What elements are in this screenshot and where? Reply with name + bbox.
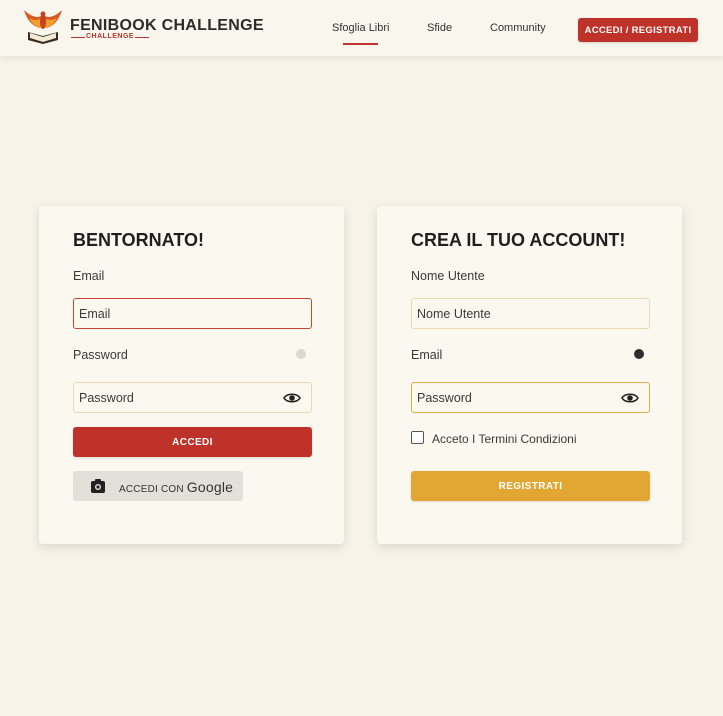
- google-button-label: ACCEDI CON Google: [119, 479, 233, 495]
- login-password-label: Password: [73, 348, 128, 362]
- register-password-field[interactable]: [411, 382, 650, 413]
- register-submit-button[interactable]: REGISTRATI: [411, 471, 650, 501]
- register-email-label: Email: [411, 348, 443, 362]
- google-label-prefix: ACCEDI CON: [119, 484, 184, 495]
- login-email-input[interactable]: [79, 306, 279, 321]
- camera-icon: [91, 479, 105, 493]
- status-dot-icon: [634, 349, 644, 359]
- register-password-input[interactable]: [417, 390, 617, 405]
- top-navbar: FENIBOOK CHALLENGE CHALLENGE Sfoglia Lib…: [0, 0, 723, 56]
- terms-checkbox[interactable]: [411, 431, 424, 444]
- register-username-label: Nome Utente: [411, 269, 485, 283]
- nav-active-indicator: [343, 43, 378, 45]
- login-password-input[interactable]: [79, 390, 279, 405]
- nav-community[interactable]: Community: [490, 22, 546, 34]
- brand-divider-right: [135, 37, 149, 38]
- register-card: CREA IL TUO ACCOUNT! Nome Utente Email A…: [377, 206, 682, 544]
- eye-icon[interactable]: [283, 392, 301, 404]
- eye-icon[interactable]: [621, 392, 639, 404]
- brand-subtitle: CHALLENGE: [86, 33, 135, 40]
- login-title: BENTORNATO!: [73, 230, 205, 250]
- login-register-button[interactable]: ACCEDI / REGISTRATI: [578, 18, 698, 42]
- login-password-field[interactable]: [73, 382, 312, 413]
- phoenix-book-icon: [24, 10, 62, 44]
- login-email-field[interactable]: [73, 298, 312, 329]
- brand-divider-left: [71, 37, 85, 38]
- google-label-brand: Google: [186, 479, 234, 495]
- login-card: BENTORNATO! Email Password ACCEDI ACCEDI…: [39, 206, 344, 544]
- nav-sfoglia-libri[interactable]: Sfoglia Libri: [332, 22, 389, 34]
- register-title: CREA IL TUO ACCOUNT!: [411, 230, 626, 250]
- nav-sfide[interactable]: Sfide: [427, 22, 452, 34]
- login-email-label: Email: [73, 269, 105, 283]
- google-login-button[interactable]: ACCEDI CON Google: [73, 471, 243, 501]
- brand-logo[interactable]: FENIBOOK CHALLENGE CHALLENGE: [22, 8, 264, 48]
- login-submit-button[interactable]: ACCEDI: [73, 427, 312, 457]
- register-username-input[interactable]: [417, 306, 617, 321]
- status-dot-icon: [296, 349, 306, 359]
- register-username-field[interactable]: [411, 298, 650, 329]
- terms-label: Acceto I Termini Condizioni: [432, 432, 577, 446]
